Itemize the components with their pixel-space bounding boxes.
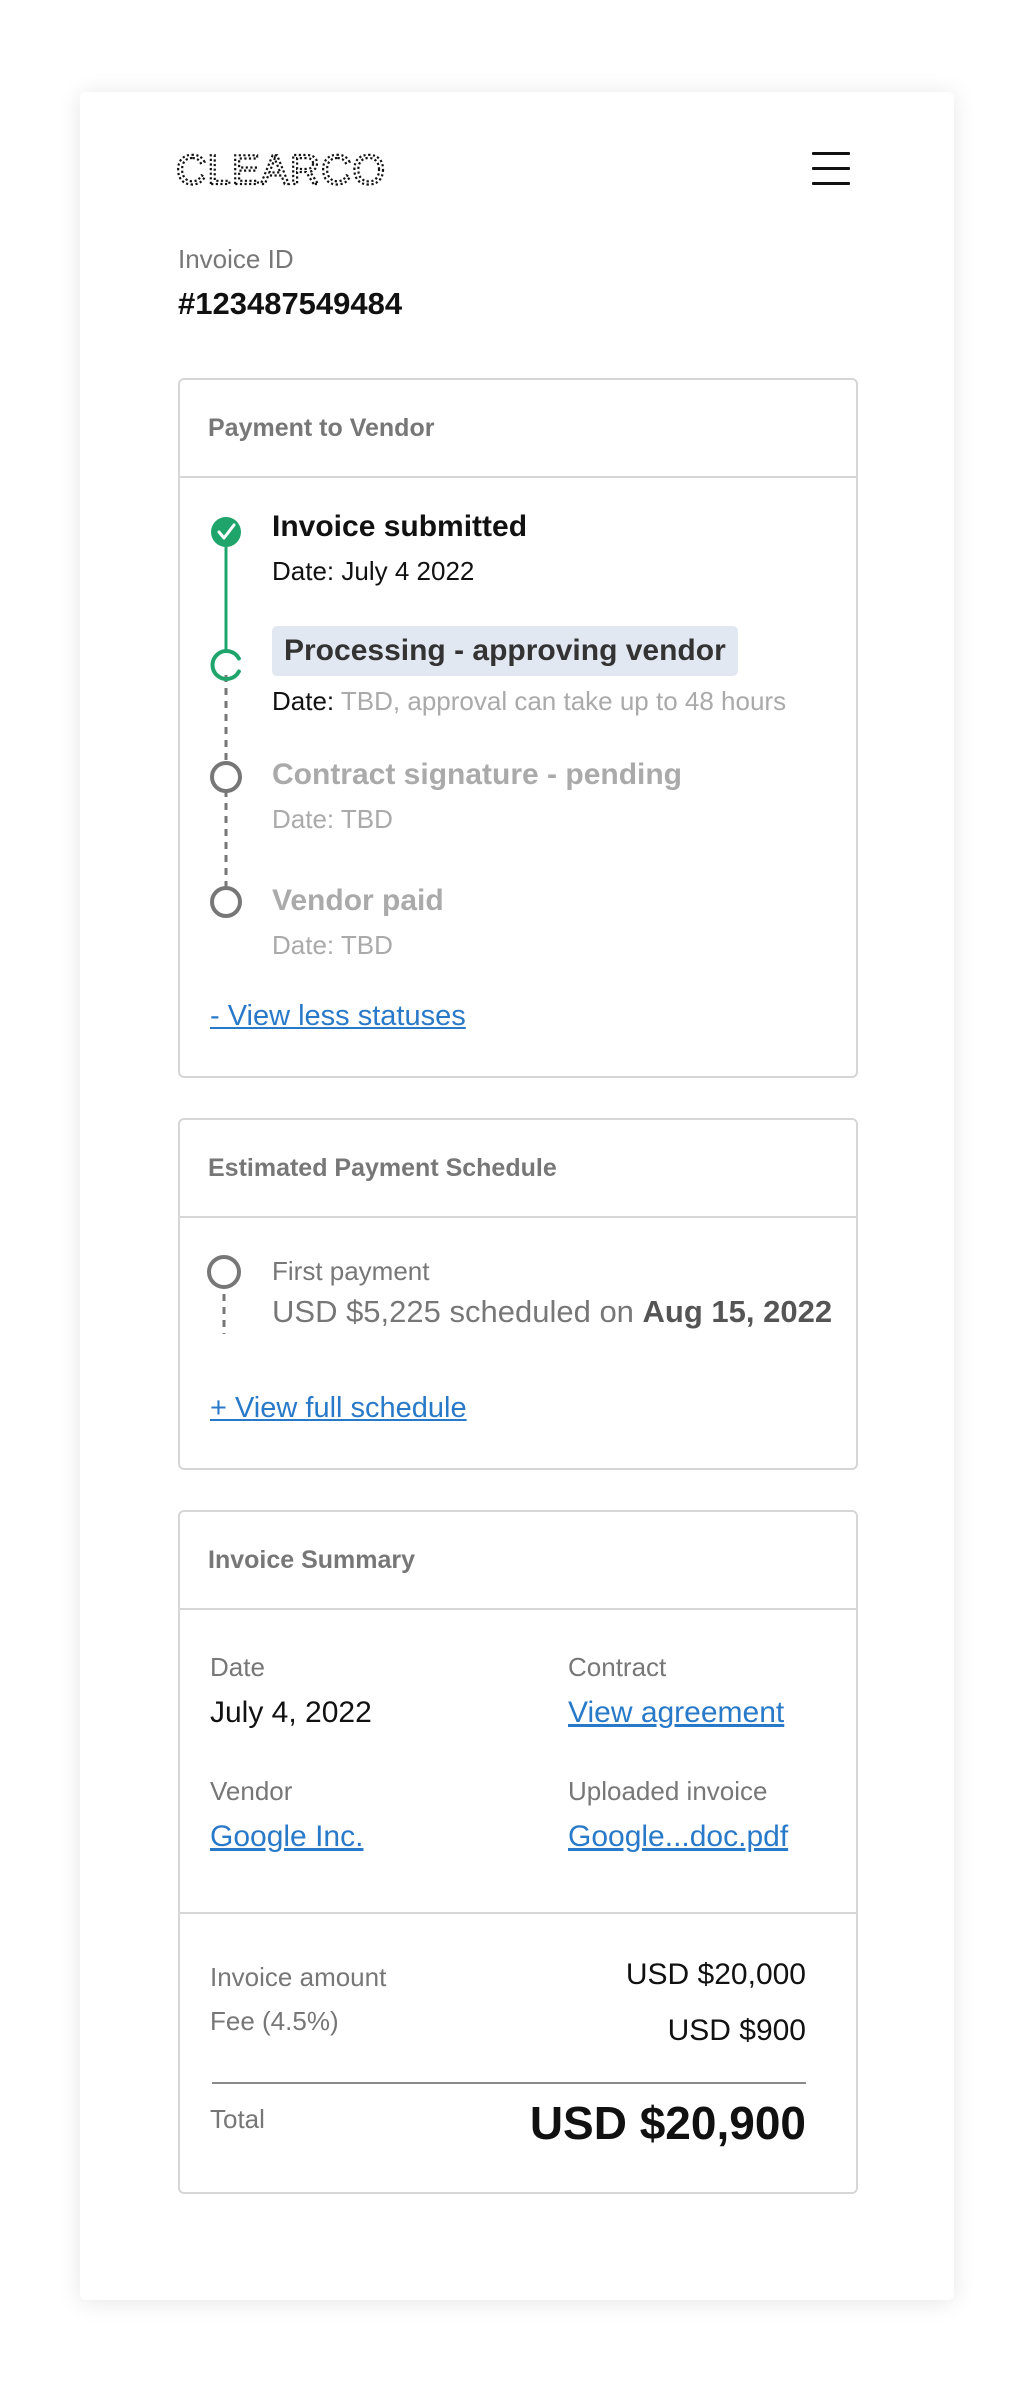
svg-text:CLEARCO: CLEARCO xyxy=(176,150,386,192)
contract-label: Contract xyxy=(568,1652,667,1682)
step-date: Date: TBD, approval can take up to 48 ho… xyxy=(272,686,787,716)
invoice-summary-title: Invoice Summary xyxy=(180,1512,856,1610)
step-date: Date: TBD xyxy=(272,804,393,834)
step-title-active: Processing - approving vendor xyxy=(272,626,738,676)
view-full-schedule-link[interactable]: + View full schedule xyxy=(210,1392,467,1425)
view-agreement-link[interactable]: View agreement xyxy=(568,1696,784,1730)
total-divider xyxy=(212,2082,806,2084)
vendor-link[interactable]: Google Inc. xyxy=(210,1820,363,1854)
pending-status-icon xyxy=(210,761,242,793)
invoice-summary-card: Invoice Summary Date July 4, 2022 Contra… xyxy=(178,1510,858,2194)
total-value: USD $20,900 xyxy=(529,2097,806,2149)
view-less-statuses-link[interactable]: - View less statuses xyxy=(210,1000,466,1033)
invoice-id-value: #123487549484 xyxy=(178,286,403,321)
step-title: Invoice submitted xyxy=(272,510,528,543)
payment-to-vendor-card: Payment to Vendor Invoice submitted Date… xyxy=(178,378,858,1078)
hamburger-menu-icon[interactable] xyxy=(812,152,850,186)
invoice-amount-value: USD $20,000 xyxy=(625,1958,806,1991)
uploaded-invoice-link[interactable]: Google...doc.pdf xyxy=(568,1820,788,1854)
date-value: July 4, 2022 xyxy=(210,1696,372,1729)
step-date: Date: TBD xyxy=(272,930,393,960)
step-title: Vendor paid xyxy=(272,884,444,917)
section-divider xyxy=(180,1912,856,1914)
fee-value: USD $900 xyxy=(667,2014,806,2047)
first-payment-details: USD $5,225 scheduled on Aug 15, 2022 xyxy=(272,1294,833,1329)
date-label: Date xyxy=(210,1652,265,1682)
vendor-label: Vendor xyxy=(210,1776,293,1806)
app-screen: CLEARCO Invoice ID #123487549484 Payment… xyxy=(80,92,954,2300)
step-date: Date: July 4 2022 xyxy=(272,556,475,586)
total-label: Total xyxy=(210,2104,265,2134)
first-payment-label: First payment xyxy=(272,1256,430,1286)
invoice-amount-label: Invoice amount xyxy=(210,1962,387,1992)
pending-payment-icon xyxy=(207,1255,241,1289)
step-title: Contract signature - pending xyxy=(272,758,683,791)
in-progress-icon xyxy=(210,649,241,681)
uploaded-invoice-label: Uploaded invoice xyxy=(568,1776,768,1806)
check-complete-icon xyxy=(211,517,241,547)
payment-schedule-card: Estimated Payment Schedule First payment… xyxy=(178,1118,858,1470)
pending-status-icon xyxy=(210,886,242,918)
clearco-logo[interactable]: CLEARCO xyxy=(176,150,436,192)
invoice-id-label: Invoice ID xyxy=(178,244,294,274)
status-timeline xyxy=(210,517,242,918)
fee-label: Fee (4.5%) xyxy=(210,2006,339,2036)
payment-to-vendor-title: Payment to Vendor xyxy=(180,380,856,478)
payment-schedule-title: Estimated Payment Schedule xyxy=(180,1120,856,1218)
